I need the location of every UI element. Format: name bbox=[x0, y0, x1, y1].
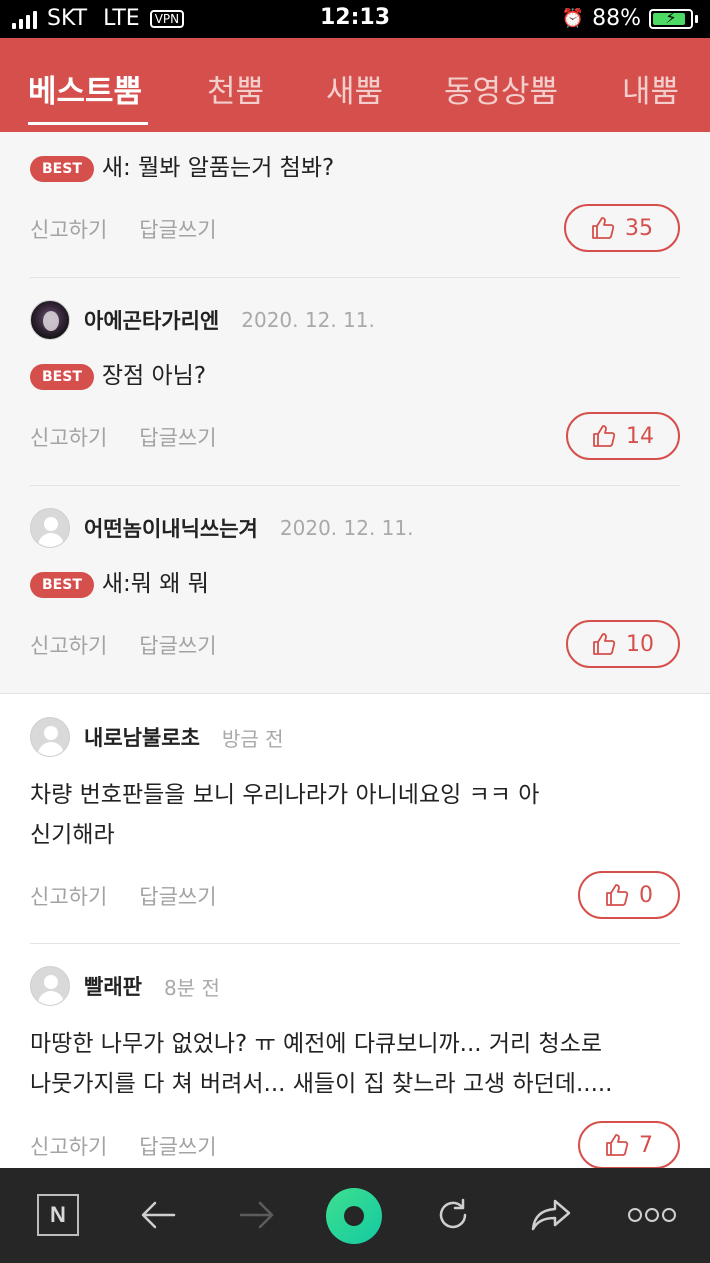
nickname[interactable]: 내로남불로초 bbox=[84, 722, 200, 752]
like-count: 35 bbox=[625, 215, 653, 241]
comment-action-row: 신고하기 답글쓰기 35 bbox=[30, 204, 680, 254]
report-link[interactable]: 신고하기 bbox=[30, 881, 107, 911]
best-badge: BEST bbox=[30, 363, 94, 390]
best-badge: BEST bbox=[30, 571, 94, 598]
alarm-icon: ⏰ bbox=[561, 8, 585, 29]
avatar[interactable] bbox=[30, 966, 70, 1006]
comment-body: BEST 장점 아님? bbox=[30, 356, 680, 396]
comment-action-row: 신고하기 답글쓰기 0 bbox=[30, 871, 680, 921]
like-count: 7 bbox=[639, 1132, 653, 1158]
comment-action-row: 신고하기 답글쓰기 10 bbox=[30, 620, 680, 670]
comment-body: BEST 새:뭐 왜 뭐 bbox=[30, 564, 680, 604]
like-button[interactable]: 10 bbox=[566, 620, 680, 668]
divider bbox=[30, 943, 680, 944]
comment-body: BEST 새: 뭘봐 알품는거 첨봐? bbox=[30, 148, 680, 188]
reply-link[interactable]: 답글쓰기 bbox=[139, 422, 216, 452]
tab-new[interactable]: 새뿜 bbox=[326, 66, 383, 111]
comment-action-row: 신고하기 답글쓰기 7 bbox=[30, 1121, 680, 1171]
comment-text: 새:뭐 왜 뭐 bbox=[101, 571, 209, 597]
nickname[interactable]: 어떤놈이내닉쓰는겨 bbox=[84, 513, 258, 543]
avatar[interactable] bbox=[30, 508, 70, 548]
comment-text: 새: 뭘봐 알품는거 첨봐? bbox=[101, 155, 335, 181]
battery-icon: ⚡ bbox=[649, 8, 693, 29]
best-comment: 아에곤타가리엔 2020. 12. 11. BEST 장점 아님? bbox=[30, 300, 680, 396]
naver-n-icon[interactable]: N bbox=[35, 1192, 81, 1238]
active-tab-indicator bbox=[28, 122, 148, 125]
comment-action-row: 신고하기 답글쓰기 14 bbox=[30, 412, 680, 462]
like-button[interactable]: 0 bbox=[578, 871, 680, 919]
refresh-icon[interactable] bbox=[430, 1192, 476, 1238]
back-arrow-icon[interactable] bbox=[135, 1192, 181, 1238]
thumbs-up-icon bbox=[593, 425, 616, 447]
reply-link[interactable]: 답글쓰기 bbox=[139, 881, 216, 911]
divider bbox=[30, 485, 680, 486]
report-link[interactable]: 신고하기 bbox=[30, 422, 107, 452]
nickname[interactable]: 빨래판 bbox=[84, 971, 142, 1001]
battery-percent: 88% bbox=[592, 6, 641, 31]
tab-mine[interactable]: 내뿜 bbox=[622, 66, 679, 111]
comment-text-line: 차량 번호판들을 보니 우리나라가 아니네요잉 ㅋㅋ 아 bbox=[30, 782, 540, 808]
share-icon[interactable] bbox=[528, 1192, 574, 1238]
thumbs-up-icon bbox=[606, 884, 629, 906]
report-link[interactable]: 신고하기 bbox=[30, 630, 107, 660]
divider bbox=[30, 277, 680, 278]
thumbs-up-icon bbox=[592, 217, 615, 239]
nickname[interactable]: 아에곤타가리엔 bbox=[84, 305, 219, 335]
comment: 내로남불로초 방금 전 차량 번호판들을 보니 우리나라가 아니네요잉 ㅋㅋ 아… bbox=[30, 717, 680, 855]
like-button[interactable]: 35 bbox=[564, 204, 680, 252]
tab-thousand[interactable]: 천뿜 bbox=[207, 66, 264, 111]
comment-text: 장점 아님? bbox=[101, 363, 207, 389]
like-count: 14 bbox=[626, 423, 654, 449]
reply-link[interactable]: 답글쓰기 bbox=[139, 1131, 216, 1161]
avatar[interactable] bbox=[30, 717, 70, 757]
thumbs-up-icon bbox=[606, 1134, 629, 1156]
comment-text-line: 신기해라 bbox=[30, 822, 115, 848]
home-green-icon[interactable] bbox=[326, 1188, 382, 1244]
like-count: 10 bbox=[626, 631, 654, 657]
report-link[interactable]: 신고하기 bbox=[30, 214, 107, 244]
best-badge: BEST bbox=[30, 155, 94, 182]
report-link[interactable]: 신고하기 bbox=[30, 1131, 107, 1161]
reply-link[interactable]: 답글쓰기 bbox=[139, 214, 216, 244]
naver-n-label: N bbox=[37, 1194, 79, 1236]
tab-video[interactable]: 동영상뿜 bbox=[444, 66, 558, 111]
more-icon[interactable] bbox=[627, 1192, 677, 1238]
tab-best[interactable]: 베스트뿜 bbox=[28, 66, 142, 111]
comment: 빨래판 8분 전 마땅한 나무가 없었나? ㅠ 예전에 다큐보니까... 거리 … bbox=[30, 966, 680, 1104]
like-button[interactable]: 14 bbox=[566, 412, 680, 460]
status-bar: SKT LTE VPN 12:13 ⏰ 88% ⚡ bbox=[0, 0, 710, 38]
best-comment: 어떤놈이내닉쓰는겨 2020. 12. 11. BEST 새:뭐 왜 뭐 bbox=[30, 508, 680, 604]
like-button[interactable]: 7 bbox=[578, 1121, 680, 1169]
battery-cap bbox=[695, 14, 698, 23]
avatar[interactable] bbox=[30, 300, 70, 340]
best-comments-section: BEST 새: 뭘봐 알품는거 첨봐? 신고하기 답글쓰기 35 아에곤타가리엔 … bbox=[0, 132, 710, 694]
reply-link[interactable]: 답글쓰기 bbox=[139, 630, 216, 660]
like-count: 0 bbox=[639, 882, 653, 908]
comment-text-line: 마땅한 나무가 없었나? ㅠ 예전에 다큐보니까... 거리 청소로 bbox=[30, 1031, 602, 1057]
comment-date: 방금 전 bbox=[221, 726, 284, 751]
best-comment: BEST 새: 뭘봐 알품는거 첨봐? bbox=[30, 148, 680, 188]
comment-date: 2020. 12. 11. bbox=[279, 516, 414, 540]
comment-text-line: 나뭇가지를 다 쳐 버려서... 새들이 집 찾느라 고생 하던데..... bbox=[30, 1071, 613, 1097]
forward-arrow-icon[interactable] bbox=[234, 1192, 280, 1238]
category-tabbar: 베스트뿜 천뿜 새뿜 동영상뿜 내뿜 bbox=[0, 38, 710, 132]
comment-date: 2020. 12. 11. bbox=[241, 308, 375, 332]
thumbs-up-icon bbox=[593, 633, 616, 655]
comment-date: 8분 전 bbox=[163, 975, 220, 1000]
